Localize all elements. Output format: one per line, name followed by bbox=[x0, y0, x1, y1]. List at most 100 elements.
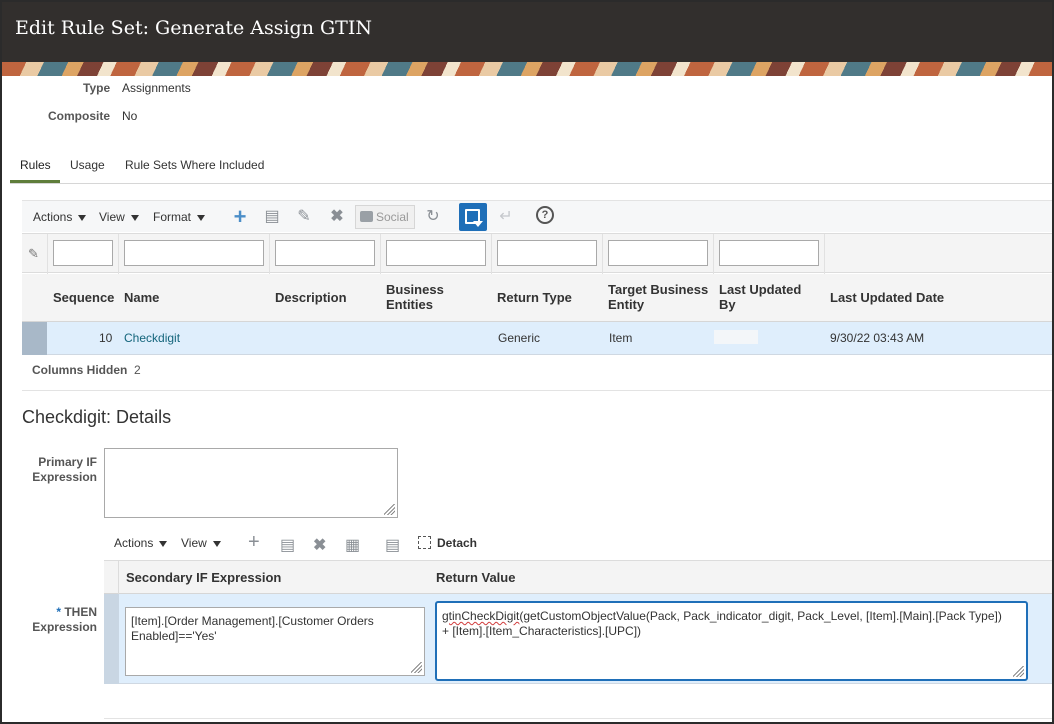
return-icon[interactable]: ↵ bbox=[496, 207, 516, 227]
col-business-entities-line1: Business bbox=[386, 282, 444, 297]
secondary-if-expression-text: [Item].[Order Management].[Customer Orde… bbox=[131, 614, 374, 643]
detach-label: Detach bbox=[437, 536, 478, 550]
table-header: Sequence Name Description Business Entiti… bbox=[22, 274, 1052, 322]
tab-usage[interactable]: Usage bbox=[70, 158, 105, 172]
primary-if-label-line1: Primary IF bbox=[38, 455, 97, 469]
resize-grip-icon[interactable] bbox=[1013, 666, 1024, 677]
add-icon[interactable]: + bbox=[248, 531, 260, 554]
filter-cell bbox=[602, 234, 713, 274]
filter-cell bbox=[491, 234, 602, 274]
section-divider bbox=[22, 390, 1052, 391]
required-indicator: * bbox=[56, 605, 61, 619]
sub-actions-menu[interactable]: Actions bbox=[114, 536, 168, 550]
view-menu-label: View bbox=[99, 210, 125, 224]
business-entities-filter-input[interactable] bbox=[386, 240, 486, 266]
last-updated-by-filter-input[interactable] bbox=[719, 240, 819, 266]
col-last-updated-date[interactable]: Last Updated Date bbox=[830, 290, 944, 305]
actions-menu[interactable]: Actions bbox=[33, 210, 87, 224]
chevron-down-icon bbox=[197, 214, 206, 221]
resize-grip-icon[interactable] bbox=[411, 662, 422, 673]
bottom-divider bbox=[104, 718, 1052, 719]
return-type-filter-input[interactable] bbox=[497, 240, 597, 266]
filter-row: ✎ bbox=[22, 233, 1052, 274]
query-by-example-button[interactable] bbox=[459, 203, 487, 231]
col-last-updated-by[interactable]: Last Updated By bbox=[719, 282, 801, 312]
cell-sequence: 10 bbox=[99, 331, 113, 345]
header-selector-column bbox=[104, 561, 119, 595]
social-button[interactable]: Social bbox=[355, 205, 415, 229]
resize-grip-icon[interactable] bbox=[384, 504, 395, 515]
target-entity-filter-input[interactable] bbox=[608, 240, 708, 266]
rules-toolbar: Actions View Format + ▤ ✎ ✖ Social ↻ ↵ ? bbox=[22, 200, 1052, 232]
row-selector[interactable] bbox=[22, 322, 47, 355]
sub-view-label: View bbox=[181, 536, 207, 550]
col-description[interactable]: Description bbox=[275, 290, 347, 305]
cell-target-entity: Item bbox=[609, 331, 633, 345]
col-secondary-if-expression[interactable]: Secondary IF Expression bbox=[126, 570, 281, 585]
col-return-type[interactable]: Return Type bbox=[497, 290, 572, 305]
edit-pencil-icon[interactable]: ✎ bbox=[294, 207, 314, 227]
then-label-line2: Expression bbox=[32, 620, 97, 634]
primary-if-label: Primary IF Expression bbox=[22, 455, 97, 485]
composite-label: Composite bbox=[48, 109, 111, 123]
chevron-down-icon bbox=[159, 540, 168, 547]
sequence-filter-input[interactable] bbox=[53, 240, 113, 266]
chevron-down-icon bbox=[130, 214, 139, 221]
return-value-input[interactable]: gtinCheckDigit(getCustomObjectValue(Pack… bbox=[435, 601, 1028, 681]
actions-menu-label: Actions bbox=[33, 210, 73, 224]
filter-cell bbox=[269, 234, 380, 274]
filter-cell bbox=[713, 234, 824, 274]
sub-actions-label: Actions bbox=[114, 536, 154, 550]
name-filter-input[interactable] bbox=[124, 240, 264, 266]
then-expression-label: * THEN Expression bbox=[22, 605, 97, 635]
primary-if-expression-input[interactable] bbox=[104, 448, 398, 518]
refresh-icon[interactable]: ↻ bbox=[423, 207, 443, 227]
secondary-if-expression-input[interactable]: [Item].[Order Management].[Customer Orde… bbox=[125, 607, 425, 676]
format-menu-label: Format bbox=[153, 210, 192, 224]
description-filter-input[interactable] bbox=[275, 240, 375, 266]
tab-rule-sets-where-included[interactable]: Rule Sets Where Included bbox=[125, 158, 264, 172]
cell-name-link[interactable]: Checkdigit bbox=[124, 331, 180, 345]
query-by-example-icon[interactable]: ▤ bbox=[385, 535, 400, 555]
col-target-line1: Target Business bbox=[608, 282, 709, 297]
primary-if-label-line2: Expression bbox=[32, 470, 97, 484]
delete-icon[interactable]: ✖ bbox=[313, 535, 326, 555]
columns-hidden-status: Columns Hidden 2 bbox=[32, 363, 141, 377]
help-icon[interactable]: ? bbox=[536, 206, 554, 224]
tabs-divider bbox=[10, 183, 1052, 184]
sub-view-menu[interactable]: View bbox=[181, 536, 221, 550]
social-button-label: Social bbox=[376, 210, 409, 224]
composite-value: No bbox=[122, 109, 138, 123]
chevron-down-icon bbox=[212, 540, 221, 547]
col-target-line2: Entity bbox=[608, 297, 645, 312]
view-menu[interactable]: View bbox=[99, 210, 139, 224]
title-bar: Edit Rule Set: Generate Assign GTIN bbox=[2, 2, 1052, 62]
app-window: Edit Rule Set: Generate Assign GTIN Type… bbox=[0, 0, 1054, 724]
detach-button[interactable]: Detach bbox=[418, 536, 477, 550]
insert-table-icon[interactable]: ▦ bbox=[345, 535, 360, 555]
col-business-entities-line2: Entities bbox=[386, 297, 433, 312]
duplicate-icon[interactable]: ▤ bbox=[280, 535, 295, 555]
duplicate-icon[interactable]: ▤ bbox=[262, 207, 282, 227]
col-last-updated-by-line2: By bbox=[719, 297, 736, 312]
return-value-args: (getCustomObjectValue(Pack, Pack_indicat… bbox=[442, 609, 1002, 638]
filter-cell bbox=[824, 234, 1052, 274]
filter-cell bbox=[380, 234, 491, 274]
tab-rules[interactable]: Rules bbox=[20, 158, 51, 172]
page-title: Edit Rule Set: Generate Assign GTIN bbox=[15, 17, 372, 39]
col-return-value[interactable]: Return Value bbox=[436, 570, 515, 585]
filter-table-icon bbox=[465, 209, 483, 227]
delete-icon[interactable]: ✖ bbox=[327, 207, 347, 227]
then-label-text: THEN bbox=[64, 605, 97, 619]
format-menu[interactable]: Format bbox=[153, 210, 206, 224]
col-target-business-entity[interactable]: Target Business Entity bbox=[608, 282, 708, 312]
add-icon[interactable]: + bbox=[230, 206, 250, 228]
col-name[interactable]: Name bbox=[124, 290, 159, 305]
col-sequence[interactable]: Sequence bbox=[53, 290, 114, 305]
type-value: Assignments bbox=[122, 81, 191, 95]
expression-toolbar: Actions View + ▤ ✖ ▦ ▤ Detach bbox=[104, 529, 1052, 559]
col-business-entities[interactable]: Business Entities bbox=[386, 282, 444, 312]
row-selector[interactable] bbox=[104, 594, 119, 684]
table-row[interactable]: 10 Checkdigit Generic Item 9/30/22 03:43… bbox=[22, 322, 1052, 355]
chevron-down-icon bbox=[78, 214, 87, 221]
